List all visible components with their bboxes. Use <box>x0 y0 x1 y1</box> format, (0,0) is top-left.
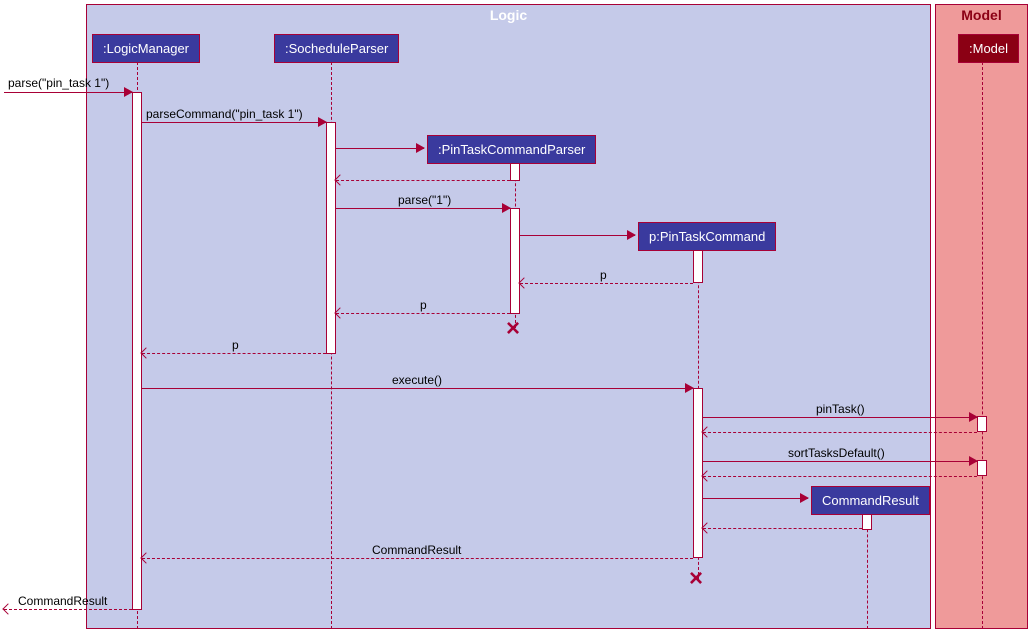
arrow-m6 <box>142 353 326 354</box>
participant-model: :Model <box>958 34 1019 63</box>
activation-pintaskcommandparser-1 <box>510 163 520 181</box>
frame-model-label: Model <box>961 7 1001 23</box>
arrow-m11 <box>4 609 132 610</box>
arrow-m9-ret <box>703 476 977 477</box>
msg-parse: parse("pin_task 1") <box>8 76 109 90</box>
msg-cmdresult2: CommandResult <box>18 594 107 608</box>
arrow-m7 <box>142 388 693 389</box>
msg-execute: execute() <box>392 373 442 387</box>
participant-socheduleparser: :SocheduleParser <box>274 34 399 63</box>
arrowhead-create-ptc <box>627 230 636 240</box>
arrowhead-m3 <box>502 203 511 213</box>
arrow-m5 <box>336 313 510 314</box>
destroy-pintaskcommandparser: × <box>506 315 520 343</box>
msg-parse1: parse("1") <box>398 193 451 207</box>
frame-logic-label: Logic <box>490 7 527 23</box>
participant-commandresult: CommandResult <box>811 486 930 515</box>
destroy-pintaskcommand: × <box>689 565 703 593</box>
activation-model-1 <box>977 416 987 432</box>
arrowhead-m7 <box>685 383 694 393</box>
participant-pintaskcommand: p:PinTaskCommand <box>638 222 776 251</box>
activation-commandresult <box>862 514 872 530</box>
arrowhead-m9 <box>969 456 978 466</box>
arrowhead-m8 <box>969 412 978 422</box>
sequence-diagram: Logic Model :LogicManager :SochedulePars… <box>0 0 1032 633</box>
arrow-m9 <box>703 461 977 462</box>
arrow-m8 <box>703 417 977 418</box>
msg-sort: sortTasksDefault() <box>788 446 885 460</box>
arrow-m4 <box>520 283 693 284</box>
msg-parsecommand: parseCommand("pin_task 1") <box>146 107 303 121</box>
arrow-m10 <box>142 558 693 559</box>
lifeline-model <box>982 62 983 629</box>
arrow-m8-ret <box>703 432 977 433</box>
arrowhead-m1 <box>124 87 133 97</box>
activation-pintaskcommand-1 <box>693 250 703 283</box>
participant-logicmanager: :LogicManager <box>92 34 200 63</box>
arrow-cr-ret <box>703 528 862 529</box>
msg-pintask: pinTask() <box>816 402 865 416</box>
arrow-create-ptc <box>520 235 635 236</box>
arrowhead-m2 <box>318 117 327 127</box>
msg-p2: p <box>420 298 427 312</box>
activation-pintaskcommand-2 <box>693 388 703 558</box>
activation-socheduleparser <box>326 122 336 354</box>
lifeline-commandresult <box>867 514 868 629</box>
arrowhead-create-ptcp <box>416 143 425 153</box>
arrow-create-cr <box>703 498 808 499</box>
activation-model-2 <box>977 460 987 476</box>
msg-cmdresult1: CommandResult <box>372 543 461 557</box>
msg-p3: p <box>232 338 239 352</box>
arrow-create-ptcp <box>336 148 424 149</box>
msg-p1: p <box>600 268 607 282</box>
arrow-return-ptcp1 <box>336 180 510 181</box>
arrowhead-create-cr <box>800 493 809 503</box>
arrowhead-m11 <box>2 603 13 614</box>
arrow-m2 <box>142 122 326 123</box>
arrow-m3 <box>336 208 510 209</box>
participant-pintaskcommandparser: :PinTaskCommandParser <box>427 135 596 164</box>
arrow-m1 <box>4 92 132 93</box>
activation-pintaskcommandparser-2 <box>510 208 520 314</box>
